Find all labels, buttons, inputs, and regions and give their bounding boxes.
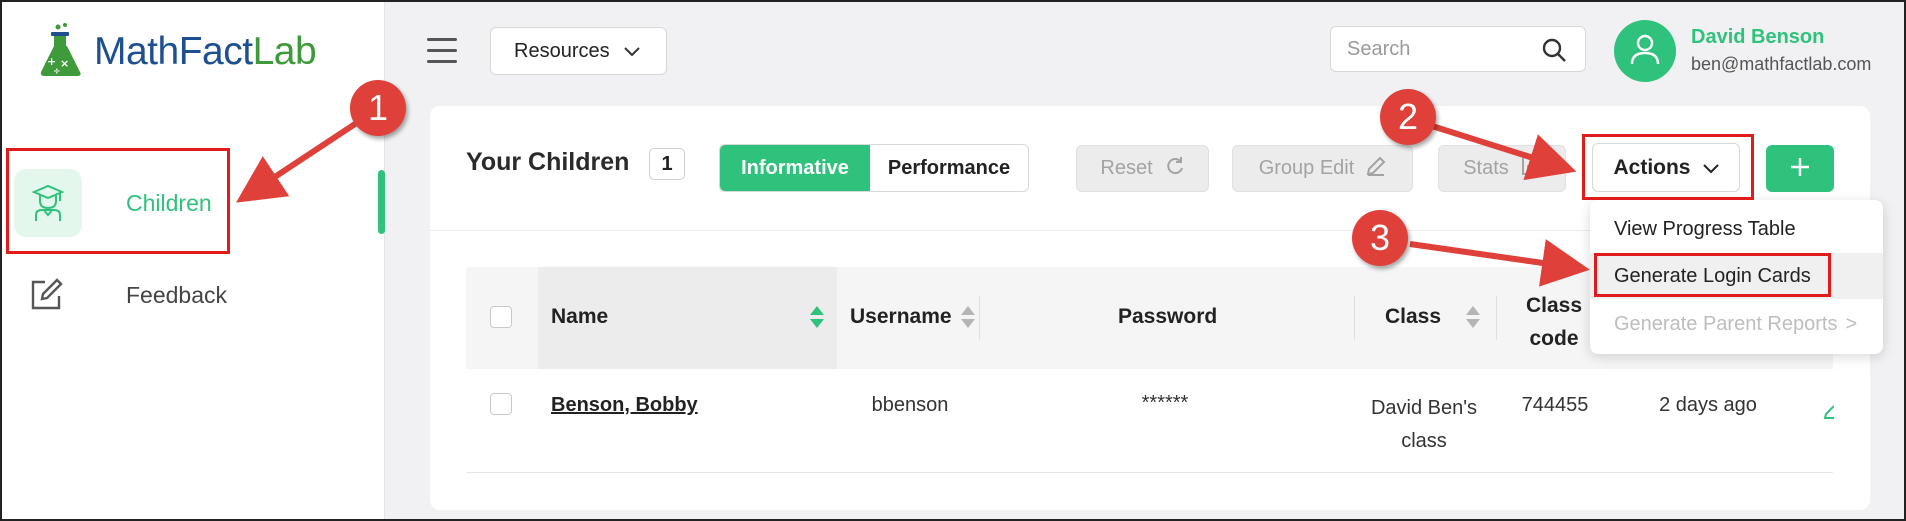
logo-text-part1: MathFact [94, 30, 253, 73]
user-name: David Benson [1691, 26, 1825, 48]
chevron-right-icon: > [1845, 312, 1858, 335]
column-header-class-code: Class code [1525, 294, 1583, 350]
sort-icon[interactable] [961, 306, 975, 330]
count-badge: 1 [649, 148, 685, 180]
actions-dropdown-button[interactable]: Actions [1592, 143, 1740, 192]
sidebar-item-label: Children [126, 189, 212, 216]
column-separator [1354, 296, 1355, 340]
class-cell: David Ben's class [1370, 397, 1478, 452]
menu-item-view-progress-table[interactable]: View Progress Table [1590, 206, 1883, 252]
divider [466, 472, 1833, 473]
username-cell: bbenson [871, 394, 949, 416]
menu-item-generate-parent-reports: Generate Parent Reports > [1590, 301, 1883, 347]
refresh-icon [1165, 156, 1185, 182]
actions-label: Actions [1613, 155, 1691, 179]
bar-chart-icon [1521, 156, 1541, 182]
add-child-button[interactable] [1766, 145, 1834, 192]
user-email: ben@mathfactlab.com [1691, 54, 1872, 74]
stats-button[interactable]: Stats [1438, 145, 1566, 192]
last-active-cell: 2 days ago [1659, 394, 1757, 416]
chevron-down-icon [623, 40, 640, 63]
pencil-icon [1366, 156, 1386, 182]
logo[interactable]: + × ÷ MathFactLab [38, 22, 317, 82]
search-box [1330, 26, 1586, 72]
resources-label: Resources [514, 39, 610, 62]
reset-button[interactable]: Reset [1076, 145, 1209, 192]
flask-icon: + × ÷ [38, 22, 84, 82]
avatar[interactable] [1614, 20, 1676, 82]
sidebar-item-children[interactable]: Children [14, 166, 374, 240]
sidebar-item-label: Feedback [126, 281, 228, 308]
chevron-down-icon [1702, 156, 1719, 180]
column-header-name[interactable]: Name [551, 305, 608, 329]
column-header-password: Password [1118, 305, 1218, 328]
student-icon [14, 169, 82, 237]
stats-label: Stats [1463, 157, 1509, 179]
logo-text-part2: Lab [252, 30, 317, 73]
toggle-informative[interactable]: Informative [720, 145, 870, 191]
actions-menu: View Progress Table Generate Login Cards… [1590, 200, 1883, 354]
column-header-username[interactable]: Username [850, 305, 952, 329]
view-toggle: Informative Performance [719, 144, 1029, 192]
edit-row-icon[interactable] [1823, 400, 1835, 424]
edit-icon [26, 261, 66, 329]
sidebar: + × ÷ MathFactLab Children Feedback [0, 0, 385, 521]
callout-3: 3 [1352, 210, 1408, 266]
toggle-performance[interactable]: Performance [870, 145, 1028, 191]
reset-label: Reset [1100, 157, 1153, 179]
menu-item-generate-login-cards[interactable]: Generate Login Cards [1590, 253, 1883, 299]
select-all-checkbox[interactable] [490, 306, 512, 328]
row-checkbox[interactable] [490, 393, 512, 415]
menu-item-label: Generate Parent Reports [1614, 312, 1838, 335]
logo-text: MathFactLab [94, 30, 317, 74]
svg-text:×: × [60, 57, 69, 70]
search-input[interactable] [1347, 37, 1527, 61]
user-icon [1630, 33, 1660, 69]
search-icon[interactable] [1541, 37, 1567, 67]
child-name-link[interactable]: Benson, Bobby [551, 394, 698, 417]
class-code-cell: 744455 [1521, 394, 1589, 416]
sidebar-item-feedback[interactable]: Feedback [14, 258, 374, 332]
hamburger-menu-icon[interactable] [427, 36, 461, 64]
plus-icon [1789, 156, 1811, 182]
sort-icon[interactable] [1466, 306, 1480, 330]
svg-text:÷: ÷ [53, 67, 61, 77]
column-header-class[interactable]: Class [1385, 305, 1441, 329]
active-indicator [378, 170, 385, 234]
resources-dropdown[interactable]: Resources [490, 27, 667, 75]
column-separator [1496, 296, 1497, 340]
page-title: Your Children [466, 148, 630, 176]
group-edit-button[interactable]: Group Edit [1232, 145, 1413, 192]
column-separator [979, 296, 980, 340]
group-edit-label: Group Edit [1258, 157, 1355, 179]
callout-1: 1 [350, 80, 406, 136]
sort-icon[interactable] [810, 306, 824, 330]
callout-2: 2 [1380, 89, 1436, 145]
password-cell: ****** [1141, 392, 1189, 414]
